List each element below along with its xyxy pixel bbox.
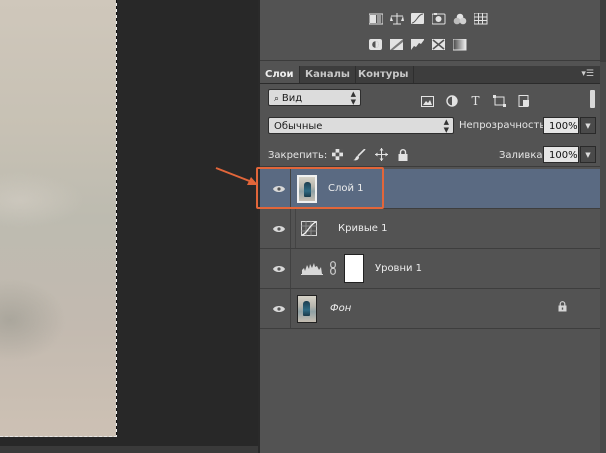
- select-arrows-icon: ▲ ▼: [443, 117, 449, 134]
- highlight-box: [256, 167, 384, 209]
- canvas-horizontal-scrollbar[interactable]: [0, 446, 258, 453]
- tab-layers[interactable]: Слои: [260, 66, 300, 83]
- adjustments-row-2: [368, 38, 467, 52]
- visibility-toggle[interactable]: [268, 289, 291, 328]
- layer-mask-thumbnail[interactable]: [344, 254, 364, 283]
- layer-name[interactable]: Уровни 1: [375, 249, 422, 288]
- document-image[interactable]: [0, 0, 117, 437]
- layers-panel-dock: Слои Каналы Контуры ▾☰ ⌕ Вид ▲ ▼ T Обычны…: [258, 0, 606, 453]
- lock-icon: [558, 301, 567, 315]
- fill-dropdown-button[interactable]: ▼: [580, 146, 596, 163]
- panel-scrollbar[interactable]: [600, 0, 606, 453]
- link-chain-icon[interactable]: [330, 261, 336, 278]
- brightness-contrast-icon[interactable]: [368, 12, 383, 26]
- threshold-icon[interactable]: [410, 38, 425, 52]
- lock-label: Закрепить:: [268, 150, 328, 161]
- exposure-icon[interactable]: [431, 12, 446, 26]
- curves-adjustment-icon[interactable]: [300, 219, 318, 237]
- layer-row-levels1[interactable]: Уровни 1: [260, 249, 600, 289]
- selective-color-icon[interactable]: [431, 38, 446, 52]
- layer-filter-kind-select[interactable]: ⌕ Вид ▲ ▼: [268, 89, 361, 106]
- curves-icon[interactable]: [410, 12, 425, 26]
- visibility-toggle[interactable]: [268, 249, 291, 288]
- select-arrows-icon: ▲ ▼: [350, 89, 356, 106]
- visibility-toggle[interactable]: [268, 209, 291, 248]
- blend-mode-value: Обычные: [274, 121, 323, 132]
- tab-paths[interactable]: Контуры: [353, 66, 415, 83]
- layer-row-curves1[interactable]: Кривые 1: [260, 209, 600, 249]
- search-icon: ⌕: [274, 94, 282, 104]
- type-filter-icon[interactable]: T: [468, 94, 483, 108]
- panel-scrollbar-thumb[interactable]: [600, 62, 606, 453]
- image-filter-icon[interactable]: [420, 94, 435, 108]
- adjustment-filter-icon[interactable]: [444, 94, 459, 108]
- layers-tabs-bar: Слои Каналы Контуры ▾☰: [260, 66, 600, 84]
- layer-filter-kind-value: Вид: [281, 93, 303, 104]
- layer-filter-toggle[interactable]: [590, 90, 595, 108]
- levels-icon[interactable]: [389, 12, 404, 26]
- lock-all-icon[interactable]: [396, 148, 410, 161]
- opacity-input[interactable]: 100%: [543, 117, 579, 134]
- eye-icon: [273, 225, 285, 232]
- vibrance-icon[interactable]: [452, 12, 467, 26]
- lock-position-icon[interactable]: [374, 148, 388, 161]
- layer-row-background[interactable]: Фон: [260, 289, 600, 329]
- panel-menu-icon[interactable]: ▾☰: [581, 69, 594, 79]
- lock-transparent-icon[interactable]: [330, 148, 344, 161]
- eye-icon: [273, 265, 285, 272]
- opacity-label: Непрозрачность:: [459, 120, 549, 131]
- clip-indent-line: [295, 209, 296, 248]
- eye-icon: [273, 305, 285, 312]
- opacity-dropdown-button[interactable]: ▼: [580, 117, 596, 134]
- levels-adjustment-icon[interactable]: [300, 259, 324, 277]
- invert-icon[interactable]: [368, 38, 383, 52]
- layer-name[interactable]: Кривые 1: [338, 209, 387, 248]
- adjustments-row-1: [368, 12, 488, 26]
- tab-channels[interactable]: Каналы: [300, 66, 356, 83]
- lock-icons: [330, 148, 410, 161]
- thumbnail-figure: [303, 301, 310, 316]
- fill-label: Заливка:: [499, 150, 546, 161]
- blend-mode-select[interactable]: Обычные ▲ ▼: [268, 117, 454, 134]
- layer-name[interactable]: Фон: [330, 289, 351, 328]
- fill-input[interactable]: 100%: [543, 146, 579, 163]
- layer-filter-icons: T: [420, 94, 531, 108]
- posterize-icon[interactable]: [389, 38, 404, 52]
- gradient-map-icon[interactable]: [452, 38, 467, 52]
- layer-thumbnail[interactable]: [297, 295, 317, 323]
- smart-object-filter-icon[interactable]: [516, 94, 531, 108]
- adjustments-panel: [260, 0, 600, 61]
- color-lookup-icon[interactable]: [473, 12, 488, 26]
- annotation-arrow-icon: [215, 167, 258, 185]
- shape-filter-icon[interactable]: [492, 94, 507, 108]
- canvas-area[interactable]: [0, 0, 258, 453]
- lock-image-icon[interactable]: [352, 148, 366, 161]
